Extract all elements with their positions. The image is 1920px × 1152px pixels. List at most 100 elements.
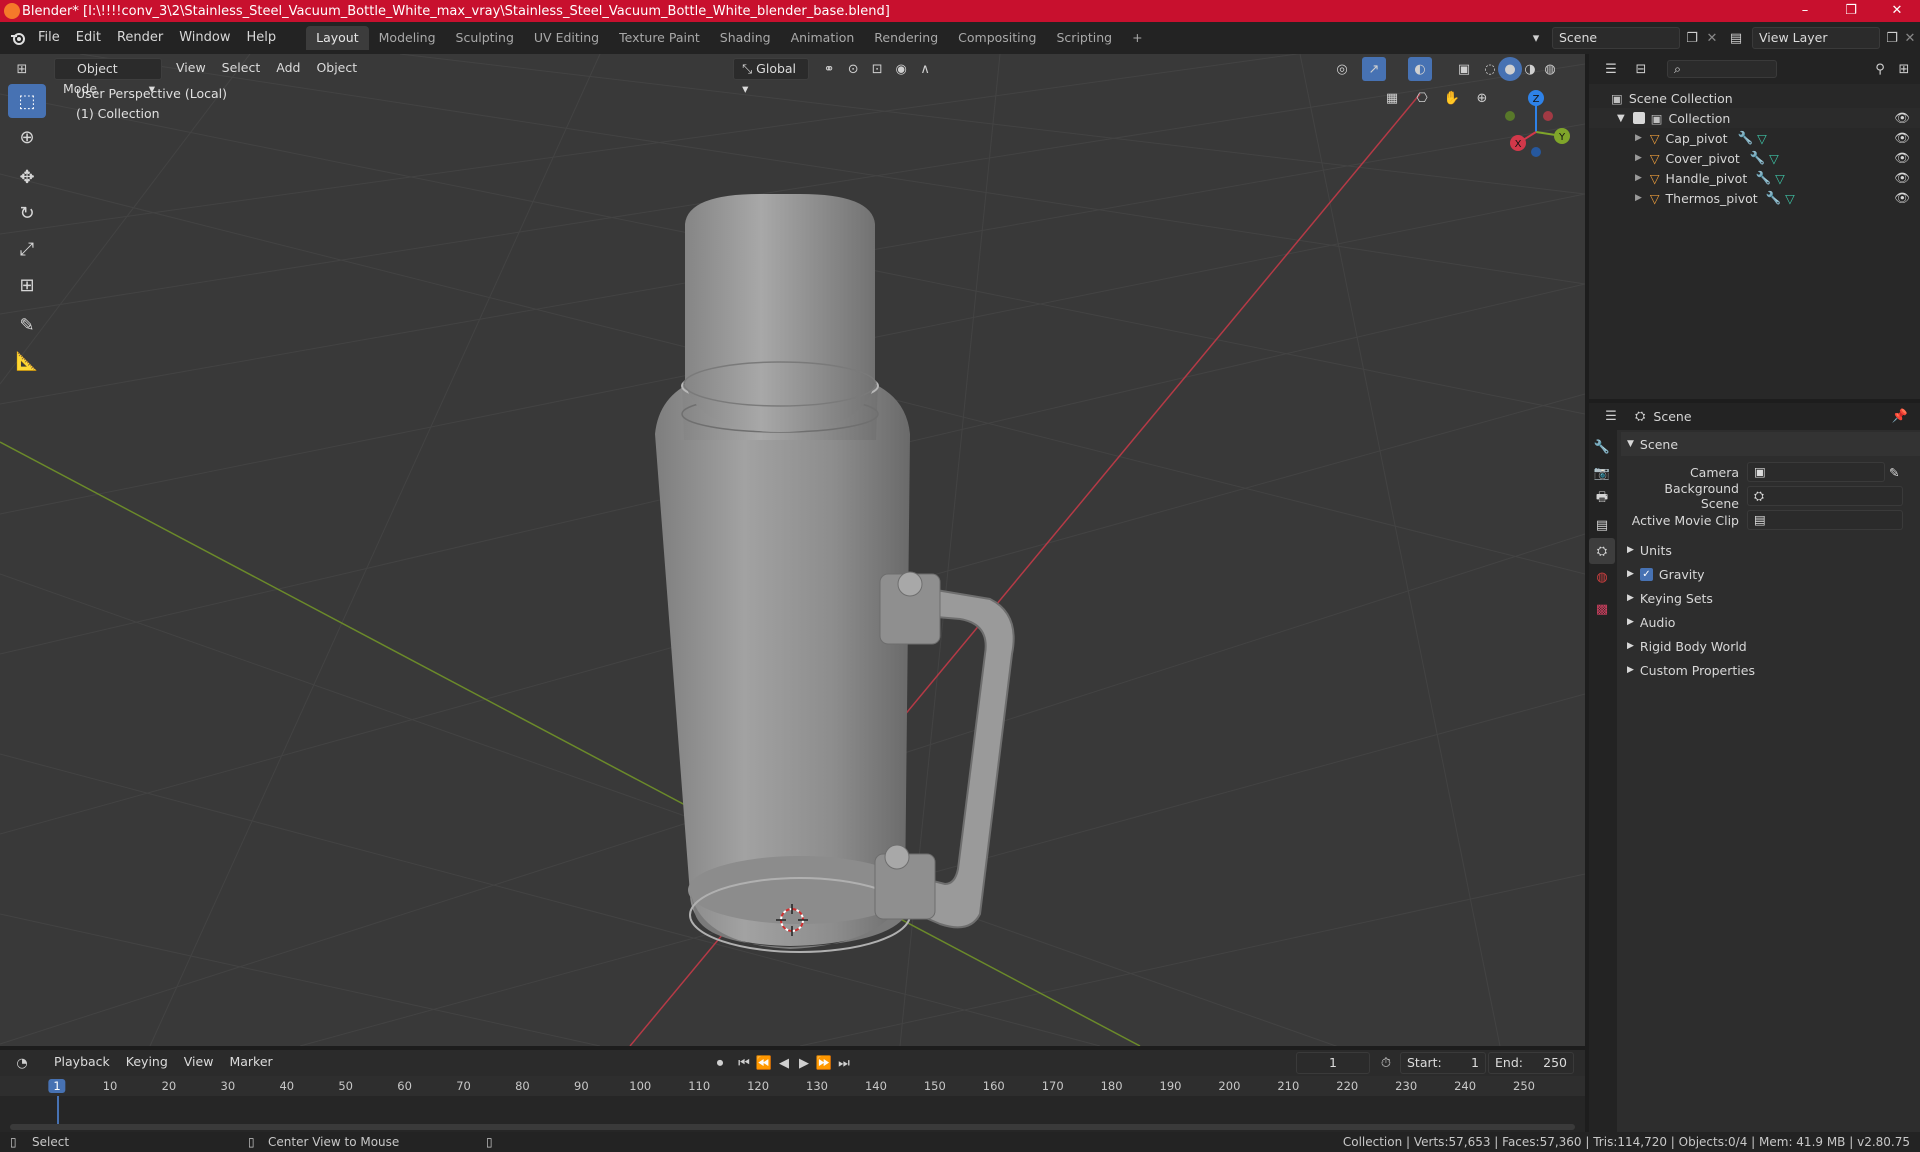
pin-icon[interactable]: 📌 bbox=[1892, 409, 1908, 424]
scene-tab-icon[interactable]: ⛭ bbox=[1589, 538, 1615, 564]
navigation-gizmo[interactable]: Z Y X bbox=[1500, 88, 1580, 168]
jump-end-icon[interactable]: ⏭ bbox=[832, 1051, 856, 1075]
expand-arrow-icon[interactable]: ▼ bbox=[1617, 113, 1625, 124]
eyedropper-icon[interactable]: ✎ bbox=[1889, 465, 1899, 480]
snap-target-icon[interactable]: ⊡ bbox=[865, 57, 889, 81]
display-mode-icon[interactable]: ⊟ bbox=[1629, 57, 1653, 81]
view-layer-tab-icon[interactable]: ▤ bbox=[1589, 512, 1615, 538]
view-layer-field[interactable]: View Layer bbox=[1752, 27, 1880, 49]
menu-window[interactable]: Window bbox=[171, 26, 238, 50]
outliner-search-input[interactable]: ⌕ bbox=[1667, 60, 1777, 78]
eye-icon[interactable]: 👁 bbox=[1894, 130, 1910, 146]
timeline-menu-marker[interactable]: Marker bbox=[221, 1052, 280, 1074]
output-tab-icon[interactable]: 🖶 bbox=[1589, 486, 1615, 512]
tab-rendering[interactable]: Rendering bbox=[864, 26, 948, 50]
timeline-menu-playback[interactable]: Playback bbox=[46, 1052, 118, 1074]
overlay-toggle-icon[interactable]: ◐ bbox=[1408, 57, 1432, 81]
tab-texture-paint[interactable]: Texture Paint bbox=[609, 26, 710, 50]
pivot-point-icon[interactable]: ⚭ bbox=[817, 57, 841, 81]
pan-hand-icon[interactable]: ✋ bbox=[1440, 86, 1464, 110]
maximize-button[interactable]: ❐ bbox=[1828, 0, 1874, 22]
keying-sets-subpanel[interactable]: ▶ Keying Sets bbox=[1621, 586, 1920, 610]
view-layer-selector-icon[interactable]: ▤ bbox=[1724, 26, 1748, 50]
grid-view-icon[interactable]: ▦ bbox=[1380, 86, 1404, 110]
minimize-button[interactable]: – bbox=[1782, 0, 1828, 22]
eye-icon[interactable]: 👁 bbox=[1894, 110, 1910, 126]
annotate-tool-icon[interactable]: ✎ bbox=[8, 308, 46, 342]
3d-viewport[interactable] bbox=[0, 54, 1585, 1046]
mode-dropdown[interactable]: Object Mode ▾ bbox=[54, 58, 162, 96]
eye-icon[interactable]: 👁 bbox=[1894, 150, 1910, 166]
gravity-subpanel[interactable]: ▶ ✓ Gravity bbox=[1621, 562, 1920, 586]
outliner-item-collection[interactable]: ▼ ▣ Collection 👁 bbox=[1589, 108, 1920, 128]
visibility-icon[interactable]: ◎ bbox=[1330, 57, 1354, 81]
scene-selector-icon[interactable]: ▾ bbox=[1524, 26, 1548, 50]
viewport-menu-select[interactable]: Select bbox=[214, 58, 269, 80]
stopwatch-icon[interactable]: ⏱ bbox=[1374, 1051, 1398, 1075]
delete-view-layer-icon[interactable]: ✕ bbox=[1898, 26, 1920, 50]
timeline-menu-view[interactable]: View bbox=[176, 1052, 222, 1074]
cursor-tool-icon[interactable]: ⊕ bbox=[8, 120, 46, 154]
filter-icon[interactable]: ⚲ bbox=[1868, 57, 1892, 81]
record-icon[interactable]: ⏺ bbox=[708, 1051, 732, 1075]
measure-tool-icon[interactable]: 📐 bbox=[8, 344, 46, 378]
tool-tab-icon[interactable]: 🔧 bbox=[1589, 434, 1615, 460]
add-workspace-button[interactable]: + bbox=[1122, 26, 1152, 50]
active-movie-clip-field[interactable]: ▤ bbox=[1747, 510, 1903, 530]
orientation-dropdown[interactable]: ⤡ Global ▾ bbox=[733, 58, 810, 96]
timeline-scrubber[interactable]: 1 10 20 30 40 50 60 70 80 90 100 110 120 130 140 150 160… bbox=[0, 1076, 1585, 1132]
custom-properties-subpanel[interactable]: ▶ Custom Properties bbox=[1621, 658, 1920, 682]
tab-uv-editing[interactable]: UV Editing bbox=[524, 26, 609, 50]
tab-sculpting[interactable]: Sculpting bbox=[446, 26, 524, 50]
gizmo-toggle-icon[interactable]: ↗ bbox=[1362, 57, 1386, 81]
scene-panel-header[interactable]: ▼ Scene bbox=[1621, 432, 1920, 456]
units-subpanel[interactable]: ▶ Units bbox=[1621, 538, 1920, 562]
timeline-scrollbar[interactable] bbox=[10, 1124, 1575, 1130]
close-button[interactable]: ✕ bbox=[1874, 0, 1920, 22]
eye-icon[interactable]: 👁 bbox=[1894, 190, 1910, 206]
scene-field[interactable]: Scene bbox=[1552, 27, 1680, 49]
expand-arrow-icon[interactable]: ▶ bbox=[1635, 173, 1642, 183]
current-frame-field[interactable]: 1 bbox=[1296, 1052, 1370, 1074]
editor-type-icon[interactable]: ⊞ bbox=[10, 57, 34, 81]
rigid-body-world-subpanel[interactable]: ▶ Rigid Body World bbox=[1621, 634, 1920, 658]
new-collection-icon[interactable]: ⊞ bbox=[1892, 57, 1916, 81]
expand-arrow-icon[interactable]: ▶ bbox=[1635, 133, 1642, 143]
scale-tool-icon[interactable]: ⤢ bbox=[8, 232, 46, 266]
outliner-editor-type-icon[interactable]: ☰ bbox=[1599, 57, 1623, 81]
start-frame-field[interactable]: Start: 1 bbox=[1400, 1052, 1486, 1074]
menu-file[interactable]: File bbox=[30, 26, 68, 50]
tab-compositing[interactable]: Compositing bbox=[948, 26, 1046, 50]
outliner-item-cap-pivot[interactable]: ▶ ▽ Cap_pivot 🔧 ▽ 👁 bbox=[1589, 128, 1920, 148]
rendered-shading-icon[interactable]: ◍ bbox=[1538, 57, 1562, 81]
viewport-menu-add[interactable]: Add bbox=[268, 58, 308, 80]
outliner-item-thermos-pivot[interactable]: ▶ ▽ Thermos_pivot 🔧 ▽ 👁 bbox=[1589, 188, 1920, 208]
delete-scene-icon[interactable]: ✕ bbox=[1700, 26, 1724, 50]
tab-scripting[interactable]: Scripting bbox=[1047, 26, 1123, 50]
tab-layout[interactable]: Layout bbox=[306, 26, 369, 50]
viewport-menu-object[interactable]: Object bbox=[308, 58, 365, 80]
background-scene-field[interactable]: ⛭ bbox=[1747, 486, 1903, 506]
outliner-item-scene-collection[interactable]: ▣ Scene Collection bbox=[1589, 88, 1920, 108]
camera-field[interactable]: ▣ bbox=[1747, 462, 1885, 482]
audio-subpanel[interactable]: ▶ Audio bbox=[1621, 610, 1920, 634]
timeline-menu-keying[interactable]: Keying bbox=[118, 1052, 176, 1074]
proportional-edit-icon[interactable]: ◉ bbox=[889, 57, 913, 81]
properties-editor-type-icon[interactable]: ☰ bbox=[1599, 405, 1623, 429]
transform-tool-icon[interactable]: ⊞ bbox=[8, 268, 46, 302]
expand-arrow-icon[interactable]: ▶ bbox=[1635, 153, 1642, 163]
rotate-tool-icon[interactable]: ↻ bbox=[8, 196, 46, 230]
xray-toggle-icon[interactable]: ▣ bbox=[1452, 57, 1476, 81]
move-tool-icon[interactable]: ✥ bbox=[8, 160, 46, 194]
end-frame-field[interactable]: End: 250 bbox=[1488, 1052, 1574, 1074]
menu-help[interactable]: Help bbox=[239, 26, 285, 50]
eye-icon[interactable]: 👁 bbox=[1894, 170, 1910, 186]
falloff-icon[interactable]: ∧ bbox=[913, 57, 937, 81]
outliner-item-cover-pivot[interactable]: ▶ ▽ Cover_pivot 🔧 ▽ 👁 bbox=[1589, 148, 1920, 168]
tab-shading[interactable]: Shading bbox=[710, 26, 781, 50]
select-box-tool-icon[interactable]: ⬚ bbox=[8, 84, 46, 118]
menu-edit[interactable]: Edit bbox=[68, 26, 109, 50]
timeline-editor-type-icon[interactable]: ◔ bbox=[10, 1051, 34, 1075]
expand-arrow-icon[interactable]: ▶ bbox=[1635, 193, 1642, 203]
world-tab-icon[interactable]: ◍ bbox=[1589, 564, 1615, 590]
